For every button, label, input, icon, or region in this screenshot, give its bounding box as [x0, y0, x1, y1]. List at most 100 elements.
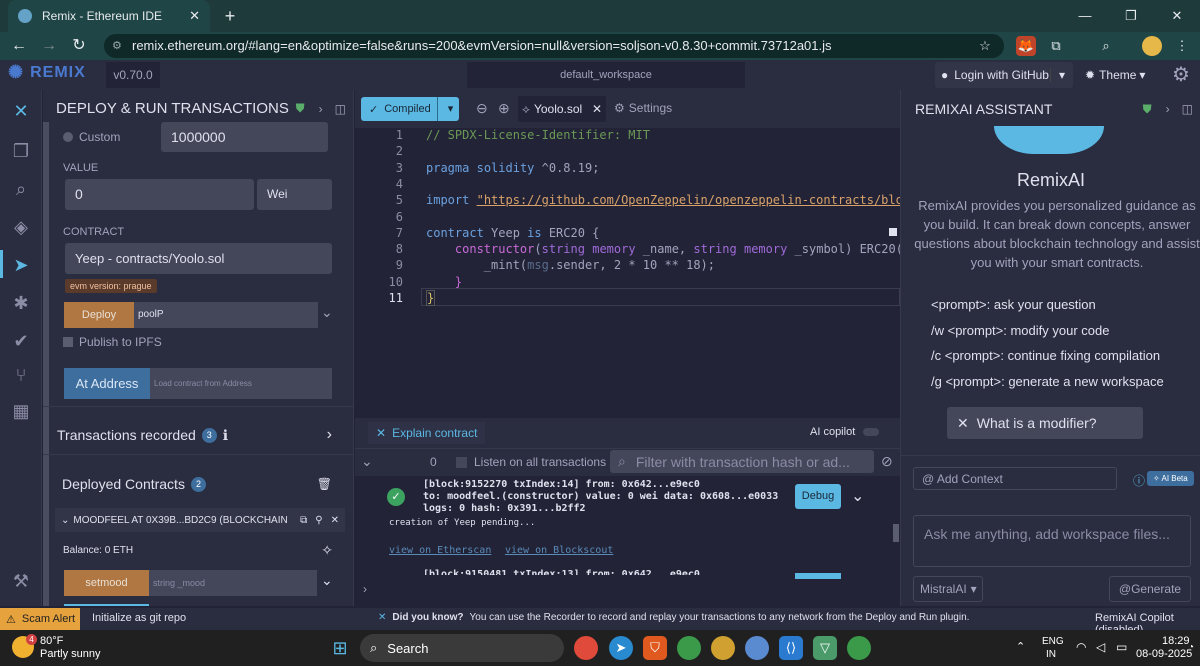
zoom-in-icon[interactable]: ⊕: [498, 100, 510, 117]
terminal-scrollbar[interactable]: [893, 524, 899, 542]
at-address-button[interactable]: At Address: [64, 368, 150, 399]
windows-start-icon[interactable]: ⊞: [328, 636, 352, 660]
chevron-down-icon[interactable]: ▾: [1049, 68, 1073, 82]
deploy-run-icon[interactable]: ➤: [8, 252, 34, 278]
plugin-manager-icon[interactable]: ▦: [8, 398, 34, 424]
publish-ipfs-checkbox[interactable]: [63, 337, 73, 347]
remix-home-icon[interactable]: ✕: [8, 98, 34, 124]
github-login-button[interactable]: ● Login with GitHub ▾: [935, 62, 1073, 88]
settings-tab[interactable]: ⚙ Settings: [614, 101, 672, 115]
file-explorer-icon[interactable]: ❐: [8, 138, 34, 164]
setmood-button[interactable]: setmood: [64, 570, 149, 596]
chevron-right-icon[interactable]: ›: [327, 426, 332, 444]
value-input[interactable]: 0: [65, 179, 254, 210]
solidity-compiler-icon[interactable]: ◈: [8, 214, 34, 240]
sparkle-icon[interactable]: ✧: [321, 542, 333, 559]
next-function-button[interactable]: [64, 604, 149, 606]
generate-button[interactable]: @Generate: [1109, 576, 1191, 602]
panel-toggle-icon[interactable]: ◫: [1182, 102, 1193, 116]
debug-button[interactable]: [795, 573, 841, 579]
telegram-icon[interactable]: ➤: [609, 636, 633, 660]
remix-logo[interactable]: ✺ REMIX: [8, 62, 86, 83]
close-icon[interactable]: ✕: [331, 515, 339, 526]
zoom-out-icon[interactable]: ⊖: [476, 100, 488, 117]
deploy-button[interactable]: Deploy: [64, 302, 134, 328]
extensions-icon[interactable]: ⧉: [1046, 36, 1066, 56]
search-icon[interactable]: ⌕: [8, 176, 34, 202]
listen-checkbox[interactable]: [456, 456, 467, 468]
transaction-filter-input[interactable]: ⌕ Filter with transaction hash or ad...: [610, 450, 874, 473]
battery-icon[interactable]: ▭: [1116, 640, 1127, 654]
chevron-right-icon[interactable]: ›: [319, 102, 323, 116]
git-icon[interactable]: ⑂: [8, 362, 34, 388]
settings-gear-icon[interactable]: ⚙: [1172, 62, 1190, 87]
url-input[interactable]: ⚙ remix.ethereum.org/#lang=en&optimize=f…: [104, 34, 1004, 58]
contract-select[interactable]: Yeep - contracts/Yoolo.sol: [65, 243, 332, 274]
ai-copilot-toggle[interactable]: AI copilot: [810, 426, 880, 438]
ask-input[interactable]: Ask me anything, add workspace files...: [913, 515, 1191, 567]
close-tab-icon[interactable]: ✕: [592, 102, 602, 116]
metamask-icon[interactable]: 🦊: [1016, 36, 1036, 56]
compiled-button[interactable]: ✓ Compiled ▾: [361, 97, 459, 121]
chevron-down-icon[interactable]: ⌄: [321, 304, 333, 321]
model-select[interactable]: MistralAI ▾: [913, 576, 983, 602]
brave-icon[interactable]: ⛉: [643, 636, 667, 660]
copy-icon[interactable]: ⧉: [300, 515, 307, 526]
custom-radio[interactable]: [63, 132, 73, 142]
browser-menu-icon[interactable]: ⋮: [1172, 36, 1192, 56]
git-init-link[interactable]: Initialize as git repo: [92, 612, 186, 624]
info-icon[interactable]: ⓘ: [1133, 472, 1145, 489]
panel-toggle-icon[interactable]: ◫: [335, 102, 346, 116]
browser-tab[interactable]: Remix - Ethereum IDE ✕: [8, 0, 210, 32]
forward-arrow-icon[interactable]: →: [36, 32, 62, 60]
theme-selector[interactable]: ✹ Theme ▾: [1085, 62, 1161, 88]
info-icon[interactable]: ℹ: [223, 427, 228, 444]
blockscout-link[interactable]: view on Blockscout: [505, 545, 613, 556]
back-arrow-icon[interactable]: ←: [6, 32, 32, 60]
file-tab-yoolo[interactable]: ⟡ Yoolo.sol ✕: [518, 96, 606, 122]
scam-alert-button[interactable]: ⚠ Scam Alert: [0, 608, 80, 630]
value-unit-select[interactable]: Wei: [257, 179, 332, 210]
close-tab-icon[interactable]: ✕: [189, 8, 200, 24]
suggestion-button[interactable]: ✕ What is a modifier?: [947, 407, 1143, 439]
chrome-icon[interactable]: [574, 636, 598, 660]
contract-instance-header[interactable]: ⌄ MOODFEEL AT 0X39B...BD2C9 (BLOCKCHAIN …: [55, 508, 345, 532]
trash-icon[interactable]: 🗑: [317, 477, 332, 491]
deploy-args-input[interactable]: poolP: [134, 302, 318, 328]
speaker-icon[interactable]: ◁: [1096, 640, 1105, 654]
wifi-icon[interactable]: ◠: [1076, 640, 1086, 654]
show-hidden-icons[interactable]: ⌃: [1016, 640, 1025, 653]
vscode-icon[interactable]: ⟨⟩: [779, 636, 803, 660]
workspace-selector[interactable]: default_workspace: [467, 62, 745, 88]
restore-icon[interactable]: ❐: [1108, 0, 1154, 32]
minimize-icon[interactable]: —: [1062, 0, 1108, 32]
profile-avatar[interactable]: [1142, 36, 1162, 56]
chrome-profile-icon[interactable]: [711, 636, 735, 660]
clock-time[interactable]: 18:29: [1162, 635, 1190, 647]
chrome-profile-icon[interactable]: [677, 636, 701, 660]
debug-button[interactable]: Debug: [795, 484, 841, 509]
chrome-profile-icon[interactable]: [745, 636, 769, 660]
chevron-down-icon[interactable]: ⌄: [851, 486, 864, 506]
site-info-icon[interactable]: ⚙: [112, 39, 126, 53]
setmood-input[interactable]: string _mood: [149, 570, 317, 596]
solidity-unit-testing-icon[interactable]: ✔: [8, 328, 34, 354]
gas-limit-input[interactable]: 1000000: [161, 122, 328, 152]
pin-icon[interactable]: ⚲: [315, 515, 322, 526]
toggle-switch[interactable]: [863, 428, 880, 436]
plugin-icon[interactable]: ⚒: [8, 568, 34, 594]
bookmark-star-icon[interactable]: ☆: [975, 36, 995, 56]
clear-console-icon[interactable]: ⊘: [881, 453, 893, 470]
collapse-terminal-icon[interactable]: ⌄: [361, 453, 373, 470]
language-indicator[interactable]: ENG: [1042, 636, 1064, 647]
taskbar-search[interactable]: ⌕ Search: [360, 634, 564, 662]
debugger-icon[interactable]: ✱: [8, 290, 34, 316]
chevron-down-icon[interactable]: ▾: [436, 97, 461, 121]
etherscan-link[interactable]: view on Etherscan: [389, 545, 491, 556]
add-context-button[interactable]: @ Add Context: [913, 467, 1117, 490]
chrome-profile-icon[interactable]: [847, 636, 871, 660]
scrollbar[interactable]: [43, 122, 49, 606]
tab-search-icon[interactable]: ⌕: [1096, 36, 1116, 56]
notification-icon[interactable]: ◔: [1188, 642, 1194, 653]
new-tab-button[interactable]: +: [218, 4, 242, 28]
